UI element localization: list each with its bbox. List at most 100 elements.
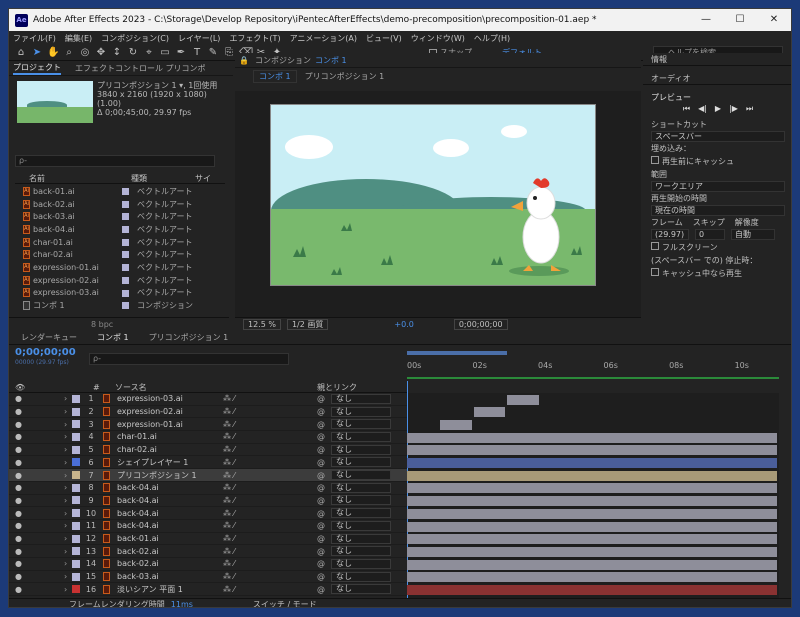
expand-arrow-icon[interactable]: ›: [64, 585, 67, 594]
layer-switches[interactable]: ⁂ ⁄: [223, 483, 235, 492]
move-tool-icon[interactable]: ✥: [95, 47, 107, 59]
pickwhip-icon[interactable]: @: [317, 432, 325, 441]
rectangle-tool-icon[interactable]: ▭: [159, 47, 171, 59]
switch-mode-toggle[interactable]: スイッチ / モード: [253, 599, 317, 608]
layer-row[interactable]: ● › 14 back-02.ai ⁂ ⁄ @ なし: [9, 558, 407, 571]
layer-row[interactable]: ● › 5 char-02.ai ⁂ ⁄ @ なし: [9, 444, 407, 457]
parent-dropdown[interactable]: なし: [331, 431, 391, 442]
visibility-eye-icon[interactable]: ●: [15, 458, 22, 467]
label-color-swatch[interactable]: [72, 394, 80, 403]
menu-composition[interactable]: コンポジション(C): [101, 33, 169, 44]
exposure-value[interactable]: +0.0: [394, 320, 413, 329]
col-source-name[interactable]: ソース名: [115, 382, 147, 393]
pickwhip-icon[interactable]: @: [317, 471, 325, 480]
parent-dropdown[interactable]: なし: [331, 520, 391, 531]
layer-duration-bar[interactable]: [407, 559, 777, 570]
stop-cache-option[interactable]: キャッシュ中なら再生: [643, 267, 791, 280]
layer-name[interactable]: expression-01.ai: [117, 420, 183, 429]
pickwhip-icon[interactable]: @: [317, 572, 325, 581]
layer-name[interactable]: back-01.ai: [117, 534, 159, 543]
audio-panel-tab[interactable]: オーディオ: [643, 72, 791, 85]
parent-dropdown[interactable]: なし: [331, 546, 391, 557]
range-dropdown[interactable]: ワークエリア: [651, 181, 785, 192]
visibility-eye-icon[interactable]: ●: [15, 509, 22, 518]
list-item[interactable]: Ai expression-02.ai ベクトルアート: [15, 274, 225, 287]
pickwhip-icon[interactable]: @: [317, 521, 325, 530]
list-item[interactable]: Ai back-03.ai ベクトルアート: [15, 210, 225, 223]
layer-name[interactable]: back-03.ai: [117, 572, 159, 581]
layer-duration-bar[interactable]: [407, 483, 777, 494]
expand-arrow-icon[interactable]: ›: [64, 432, 67, 441]
layer-switches[interactable]: ⁂ ⁄: [223, 407, 235, 416]
orbit-tool-icon[interactable]: ◎: [79, 47, 91, 59]
layer-row[interactable]: ● › 7 プリコンポジション 1 ⁂ ⁄ @ なし: [9, 469, 407, 482]
visibility-eye-icon[interactable]: ●: [15, 432, 22, 441]
layer-switches[interactable]: ⁂ ⁄: [223, 394, 235, 403]
project-search-input[interactable]: ρ-: [15, 155, 215, 167]
pickwhip-icon[interactable]: @: [317, 547, 325, 556]
prev-frame-button[interactable]: ◀|: [698, 104, 707, 118]
expand-arrow-icon[interactable]: ›: [64, 509, 67, 518]
layer-duration-bar[interactable]: [407, 508, 777, 519]
pickwhip-icon[interactable]: @: [317, 509, 325, 518]
col-type[interactable]: 種類: [115, 173, 195, 183]
layer-row[interactable]: ● › 13 back-02.ai ⁂ ⁄ @ なし: [9, 545, 407, 559]
pickwhip-icon[interactable]: @: [317, 394, 325, 403]
expand-arrow-icon[interactable]: ›: [64, 521, 67, 530]
list-item[interactable]: Ai back-04.ai ベクトルアート: [15, 223, 225, 236]
layer-row[interactable]: ● › 16 淡いシアン 平面 1 ⁂ ⁄ @ なし: [9, 584, 407, 597]
home-icon[interactable]: ⌂: [15, 47, 27, 59]
layer-name[interactable]: back-04.ai: [117, 521, 159, 530]
label-color-swatch[interactable]: [72, 458, 80, 467]
expand-arrow-icon[interactable]: ›: [64, 483, 67, 492]
last-frame-button[interactable]: ⏭: [746, 104, 753, 118]
col-name[interactable]: 名前: [15, 173, 115, 183]
label-color-swatch[interactable]: [72, 521, 80, 530]
comp-tab-label[interactable]: コンポジション: [255, 55, 311, 66]
menu-animation[interactable]: アニメーション(A): [290, 33, 357, 44]
layer-name[interactable]: char-02.ai: [117, 445, 157, 454]
visibility-eye-icon[interactable]: ●: [15, 585, 22, 594]
cache-before-play[interactable]: 再生前にキャッシュ: [643, 155, 791, 168]
col-parent[interactable]: 親とリンク: [317, 382, 357, 393]
track-area[interactable]: [407, 381, 779, 598]
tab-precomp[interactable]: プリコンポジション 1: [149, 332, 229, 343]
tab-effect-controls[interactable]: エフェクトコントロール プリコンポ: [75, 63, 206, 74]
close-button[interactable]: ✕: [757, 9, 791, 31]
expand-arrow-icon[interactable]: ›: [64, 445, 67, 454]
time-ruler[interactable]: 00s 02s 04s 06s 08s 10s: [407, 351, 779, 381]
parent-dropdown[interactable]: なし: [331, 508, 391, 519]
tab-project[interactable]: プロジェクト: [13, 62, 61, 75]
layer-switches[interactable]: ⁂ ⁄: [223, 471, 235, 480]
parent-dropdown[interactable]: なし: [331, 393, 391, 404]
layer-row[interactable]: ● › 12 back-01.ai ⁂ ⁄ @ なし: [9, 533, 407, 546]
parent-dropdown[interactable]: なし: [331, 584, 391, 595]
layer-switches[interactable]: ⁂ ⁄: [223, 458, 235, 467]
anchor-tool-icon[interactable]: ⌖: [143, 47, 155, 59]
resolution-dropdown[interactable]: 1/2 画質: [286, 319, 329, 330]
info-panel-tab[interactable]: 情報: [643, 53, 791, 66]
current-time[interactable]: 0;00;00;00: [15, 347, 76, 358]
layer-duration-bar[interactable]: [507, 394, 539, 405]
visibility-eye-icon[interactable]: ●: [15, 547, 22, 556]
label-color-swatch[interactable]: [72, 483, 80, 492]
layer-name[interactable]: back-02.ai: [117, 559, 159, 568]
label-color-swatch[interactable]: [72, 559, 80, 568]
layer-name[interactable]: プリコンポジション 1: [117, 470, 197, 481]
parent-dropdown[interactable]: なし: [331, 419, 391, 430]
breadcrumb-comp1[interactable]: コンポ 1: [253, 69, 297, 83]
layer-duration-bar[interactable]: [407, 572, 777, 583]
expand-arrow-icon[interactable]: ›: [64, 458, 67, 467]
expand-arrow-icon[interactable]: ›: [64, 572, 67, 581]
expand-arrow-icon[interactable]: ›: [64, 534, 67, 543]
layer-row[interactable]: ● › 6 シェイプレイヤー 1 ⁂ ⁄ @ なし: [9, 457, 407, 470]
menu-window[interactable]: ウィンドウ(W): [411, 33, 465, 44]
layer-duration-bar[interactable]: [407, 534, 777, 545]
label-color-swatch[interactable]: [72, 445, 80, 454]
brush-tool-icon[interactable]: ✎: [207, 47, 219, 59]
layer-duration-bar[interactable]: [473, 407, 506, 418]
res-dropdown[interactable]: 自動: [731, 229, 775, 240]
expand-arrow-icon[interactable]: ›: [64, 394, 67, 403]
layer-switches[interactable]: ⁂ ⁄: [223, 445, 235, 454]
comp-viewer[interactable]: [235, 91, 641, 317]
